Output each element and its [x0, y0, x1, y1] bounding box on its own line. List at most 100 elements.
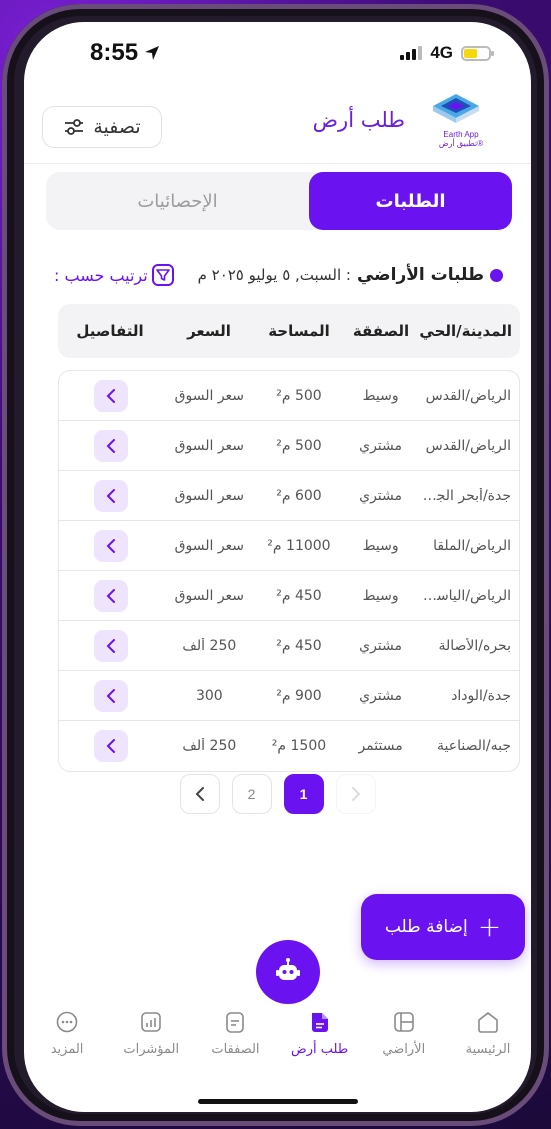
- tab-home[interactable]: الرئيسية: [447, 1000, 529, 1080]
- funnel-icon: [151, 264, 174, 286]
- table-header: المدينة/الحي الصفقة المساحة السعر التفاص…: [58, 304, 520, 358]
- cell-area: 450 م²: [276, 587, 322, 604]
- home-icon: [474, 1008, 502, 1036]
- requests-heading: طلبات الأراضي: [356, 265, 484, 285]
- details-button[interactable]: [93, 479, 128, 512]
- details-button[interactable]: [93, 579, 128, 612]
- chatbot-button[interactable]: [256, 940, 320, 1004]
- table-row[interactable]: بحره/الأصالة مشتري 450 م² 250 ألف: [59, 621, 519, 671]
- info-row: طلبات الأراضي : السبت, ٥ يوليو ٢٠٢٥ م تر…: [54, 260, 503, 290]
- date-label: : السبت, ٥ يوليو ٢٠٢٥ م: [197, 266, 351, 284]
- table-row[interactable]: الرياض/القدس مشتري 500 م² سعر السوق: [59, 421, 519, 471]
- cell-area: 900 م²: [276, 687, 322, 704]
- table-row[interactable]: جبه/الصناعية مستثمر 1500 م² 250 ألف: [59, 721, 519, 771]
- add-request-button[interactable]: + إضافة طلب: [361, 894, 525, 960]
- chevron-left-icon: [106, 739, 115, 753]
- cell-area: 500 م²: [276, 437, 322, 454]
- details-button[interactable]: [93, 679, 128, 712]
- app-logo: Earth App تطبيق أرض®: [415, 88, 495, 158]
- network-label: 4G: [430, 43, 453, 62]
- page-button-1[interactable]: 1: [283, 774, 324, 814]
- cell-price: سعر السوق: [174, 487, 245, 504]
- table-body: الرياض/القدس وسيط 500 م² سعر السوق الريا…: [58, 370, 520, 772]
- page-button-2[interactable]: 2: [231, 774, 272, 814]
- prev-page-button[interactable]: [179, 774, 220, 814]
- cell-price: سعر السوق: [174, 587, 245, 604]
- cell-city: جدة/أبحر الجنوبية: [419, 487, 511, 504]
- deals-icon: [221, 1008, 249, 1036]
- app-header: Earth App تطبيق أرض® طلب أرض تصفية: [24, 84, 531, 164]
- details-button[interactable]: [93, 730, 128, 762]
- header-price: السعر: [187, 322, 231, 340]
- tab-deals[interactable]: الصفقات: [194, 1000, 276, 1080]
- tab-statistics[interactable]: الإحصائيات: [76, 172, 279, 230]
- table-row[interactable]: الرياض/الياسمين وسيط 450 م² سعر السوق: [59, 571, 519, 621]
- tab-label: الأراضي: [382, 1042, 426, 1057]
- tab-label: الرئيسية: [465, 1042, 511, 1057]
- cell-price: سعر السوق: [174, 537, 245, 554]
- chevron-left-icon: [106, 588, 115, 603]
- cell-city: بحره/الأصالة: [438, 637, 511, 654]
- chevron-left-icon: [106, 688, 115, 703]
- status-bar: 8:55 4G: [24, 22, 531, 84]
- sort-label: ترتيب حسب :: [54, 265, 148, 285]
- table-row[interactable]: جدة/الوداد مشتري 900 م² 300: [59, 671, 519, 721]
- pagination: 1 2: [24, 774, 531, 814]
- header-city: المدينة/الحي: [420, 322, 512, 340]
- cell-deal: وسيط: [362, 537, 399, 554]
- cell-deal: مستثمر: [358, 738, 403, 754]
- cell-deal: وسيط: [362, 387, 399, 404]
- cell-deal: مشتري: [359, 637, 403, 654]
- details-button[interactable]: [93, 629, 128, 662]
- status-time: 8:55: [90, 39, 139, 66]
- tab-indicators[interactable]: المؤشرات: [110, 1000, 192, 1080]
- logo-text-en: Earth App: [443, 130, 479, 139]
- details-button[interactable]: [93, 429, 128, 462]
- filter-button[interactable]: تصفية: [42, 106, 162, 148]
- chevron-left-icon: [195, 787, 204, 801]
- details-button[interactable]: [93, 529, 128, 562]
- table-row[interactable]: الرياض/القدس وسيط 500 م² سعر السوق: [59, 371, 519, 421]
- details-button[interactable]: [93, 379, 128, 412]
- cell-price: 250 ألف: [182, 738, 237, 754]
- chevron-left-icon: [106, 538, 115, 553]
- cell-city: الرياض/الملقا: [433, 537, 511, 554]
- cell-city: الرياض/القدس: [425, 437, 511, 454]
- cell-deal: مشتري: [359, 487, 403, 504]
- bottom-tab-bar: الرئيسية الأراضي طلب أرض الصفقات المؤشرا…: [24, 1000, 531, 1080]
- chevron-left-icon: [106, 488, 115, 503]
- header-details: التفاصيل: [76, 322, 144, 340]
- chevron-right-icon: [351, 787, 360, 801]
- cell-price: 300: [195, 687, 223, 704]
- home-indicator[interactable]: [198, 1099, 358, 1104]
- more-icon: [53, 1008, 81, 1036]
- tab-lands[interactable]: الأراضي: [363, 1000, 445, 1080]
- status-dot-icon: [490, 268, 503, 282]
- sort-button[interactable]: ترتيب حسب :: [54, 264, 174, 286]
- table-row[interactable]: الرياض/الملقا وسيط 11000 م² سعر السوق: [59, 521, 519, 571]
- header-area: المساحة: [268, 322, 330, 340]
- cell-area: 600 م²: [276, 487, 322, 504]
- chevron-left-icon: [106, 638, 115, 653]
- phone-frame: 8:55 4G Earth App تطبيق أرض® طلب أرض تصف…: [2, 4, 549, 1126]
- earth-logo-icon: [433, 94, 479, 123]
- cell-price: 250 ألف: [182, 637, 237, 654]
- tab-requests[interactable]: الطلبات: [309, 172, 512, 230]
- tab-label: المزيد: [50, 1042, 84, 1057]
- requests-table: المدينة/الحي الصفقة المساحة السعر التفاص…: [58, 304, 520, 772]
- table-row[interactable]: جدة/أبحر الجنوبية مشتري 600 م² سعر السوق: [59, 471, 519, 521]
- tab-label: طلب أرض: [291, 1042, 349, 1057]
- app-screen: 8:55 4G Earth App تطبيق أرض® طلب أرض تصف…: [24, 22, 531, 1112]
- cell-city: الرياض/القدس: [425, 387, 511, 404]
- cell-deal: وسيط: [362, 587, 399, 604]
- battery-icon: [461, 45, 494, 61]
- page-title: طلب أرض: [312, 108, 405, 132]
- next-page-button[interactable]: [335, 774, 376, 814]
- segment-control: الطلبات الإحصائيات: [46, 172, 512, 230]
- chevron-left-icon: [106, 438, 115, 453]
- logo-text-ar: تطبيق أرض®: [438, 139, 484, 148]
- tab-land-request[interactable]: طلب أرض: [279, 1000, 361, 1080]
- sliders-icon: [65, 119, 84, 135]
- robot-icon: [276, 958, 300, 980]
- tab-more[interactable]: المزيد: [26, 1000, 108, 1080]
